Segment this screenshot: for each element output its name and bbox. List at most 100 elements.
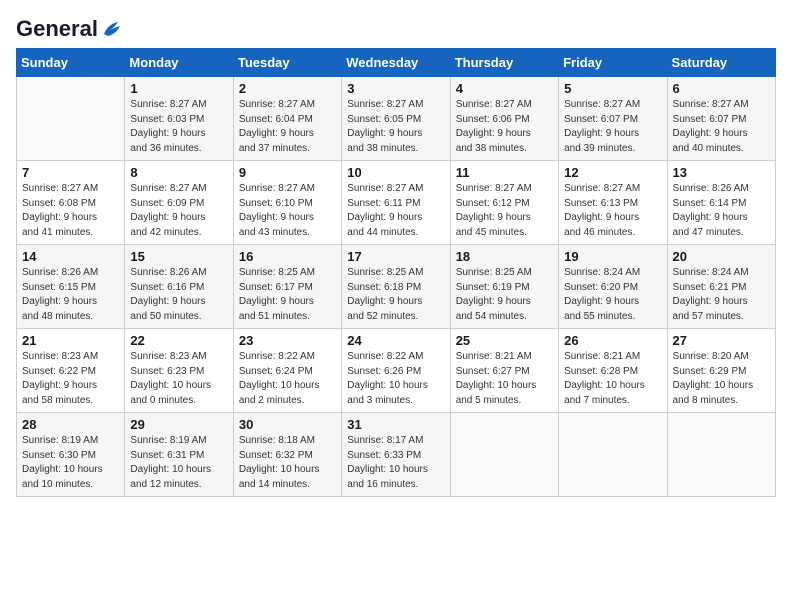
calendar-cell: 6 Sunrise: 8:27 AMSunset: 6:07 PMDaylight… [667,77,775,161]
calendar-cell: 18 Sunrise: 8:25 AMSunset: 6:19 PMDayligh… [450,245,558,329]
weekday-header-saturday: Saturday [667,49,775,77]
day-info: Sunrise: 8:25 AMSunset: 6:17 PMDaylight:… [239,266,336,324]
calendar-cell: 10 Sunrise: 8:27 AMSunset: 6:11 PMDayligh… [342,161,450,245]
calendar-cell: 20Sunrise: 8:24 AMSunset: 6:21 PMDayligh… [667,245,775,329]
calendar-cell: 25 Sunrise: 8:21 AMSunset: 6:27 PMDayligh… [450,329,558,413]
weekday-header-friday: Friday [559,49,667,77]
day-number: 10 [347,165,444,180]
calendar-cell: 31 Sunrise: 8:17 AMSunset: 6:33 PMDayligh… [342,413,450,497]
day-info: Sunrise: 8:26 AMSunset: 6:15 PMDaylight:… [22,266,119,324]
day-info: Sunrise: 8:22 AMSunset: 6:26 PMDaylight:… [347,350,444,408]
calendar-cell: 22 Sunrise: 8:23 AMSunset: 6:23 PMDayligh… [125,329,233,413]
day-info: Sunrise: 8:22 AMSunset: 6:24 PMDaylight:… [239,350,336,408]
day-info: Sunrise: 8:18 AMSunset: 6:32 PMDaylight:… [239,434,336,492]
calendar-cell: 27 Sunrise: 8:20 AMSunset: 6:29 PMDayligh… [667,329,775,413]
weekday-header-tuesday: Tuesday [233,49,341,77]
day-info: Sunrise: 8:26 AMSunset: 6:16 PMDaylight:… [130,266,227,324]
logo: General [16,16,122,38]
day-info: Sunrise: 8:17 AMSunset: 6:33 PMDaylight:… [347,434,444,492]
day-number: 23 [239,333,336,348]
calendar-cell: 2 Sunrise: 8:27 AMSunset: 6:04 PMDaylight… [233,77,341,161]
weekday-header-monday: Monday [125,49,233,77]
weekday-header-row: SundayMondayTuesdayWednesdayThursdayFrid… [17,49,776,77]
calendar-cell: 15 Sunrise: 8:26 AMSunset: 6:16 PMDayligh… [125,245,233,329]
calendar-cell: 19 Sunrise: 8:24 AMSunset: 6:20 PMDayligh… [559,245,667,329]
day-number: 21 [22,333,119,348]
calendar-cell [17,77,125,161]
day-number: 28 [22,417,119,432]
calendar-week-1: 7Sunrise: 8:27 AMSunset: 6:08 PMDaylight… [17,161,776,245]
day-number: 15 [130,249,227,264]
logo-text-general: General [16,16,98,42]
day-info: Sunrise: 8:27 AMSunset: 6:09 PMDaylight:… [130,182,227,240]
day-number: 25 [456,333,553,348]
day-number: 31 [347,417,444,432]
day-number: 27 [673,333,770,348]
day-info: Sunrise: 8:21 AMSunset: 6:27 PMDaylight:… [456,350,553,408]
day-info: Sunrise: 8:25 AMSunset: 6:19 PMDaylight:… [456,266,553,324]
day-number: 3 [347,81,444,96]
calendar-cell: 24 Sunrise: 8:22 AMSunset: 6:26 PMDayligh… [342,329,450,413]
weekday-header-sunday: Sunday [17,49,125,77]
day-info: Sunrise: 8:19 AMSunset: 6:30 PMDaylight:… [22,434,119,492]
calendar-week-2: 14 Sunrise: 8:26 AMSunset: 6:15 PMDayligh… [17,245,776,329]
day-info: Sunrise: 8:27 AMSunset: 6:05 PMDaylight:… [347,98,444,156]
calendar-cell: 1 Sunrise: 8:27 AMSunset: 6:03 PMDaylight… [125,77,233,161]
day-info: Sunrise: 8:27 AMSunset: 6:12 PMDaylight:… [456,182,553,240]
calendar-cell: 11Sunrise: 8:27 AMSunset: 6:12 PMDayligh… [450,161,558,245]
calendar-cell: 8 Sunrise: 8:27 AMSunset: 6:09 PMDaylight… [125,161,233,245]
day-number: 26 [564,333,661,348]
day-number: 7 [22,165,119,180]
day-number: 24 [347,333,444,348]
day-number: 18 [456,249,553,264]
day-number: 13 [673,165,770,180]
day-number: 14 [22,249,119,264]
calendar-body: 1 Sunrise: 8:27 AMSunset: 6:03 PMDaylight… [17,77,776,497]
day-number: 16 [239,249,336,264]
day-number: 20 [673,249,770,264]
calendar-cell: 13Sunrise: 8:26 AMSunset: 6:14 PMDayligh… [667,161,775,245]
day-info: Sunrise: 8:27 AMSunset: 6:03 PMDaylight:… [130,98,227,156]
calendar-cell: 30Sunrise: 8:18 AMSunset: 6:32 PMDayligh… [233,413,341,497]
day-number: 29 [130,417,227,432]
calendar-cell: 12Sunrise: 8:27 AMSunset: 6:13 PMDayligh… [559,161,667,245]
calendar-cell: 5Sunrise: 8:27 AMSunset: 6:07 PMDaylight… [559,77,667,161]
calendar-cell: 17 Sunrise: 8:25 AMSunset: 6:18 PMDayligh… [342,245,450,329]
day-info: Sunrise: 8:27 AMSunset: 6:07 PMDaylight:… [564,98,661,156]
day-number: 19 [564,249,661,264]
weekday-header-wednesday: Wednesday [342,49,450,77]
day-number: 17 [347,249,444,264]
calendar-cell [450,413,558,497]
calendar-cell: 16 Sunrise: 8:25 AMSunset: 6:17 PMDayligh… [233,245,341,329]
calendar-week-0: 1 Sunrise: 8:27 AMSunset: 6:03 PMDaylight… [17,77,776,161]
calendar-week-3: 21 Sunrise: 8:23 AMSunset: 6:22 PMDayligh… [17,329,776,413]
day-number: 9 [239,165,336,180]
calendar-cell: 7Sunrise: 8:27 AMSunset: 6:08 PMDaylight… [17,161,125,245]
day-info: Sunrise: 8:23 AMSunset: 6:23 PMDaylight:… [130,350,227,408]
day-number: 8 [130,165,227,180]
day-info: Sunrise: 8:24 AMSunset: 6:20 PMDaylight:… [564,266,661,324]
day-info: Sunrise: 8:19 AMSunset: 6:31 PMDaylight:… [130,434,227,492]
day-info: Sunrise: 8:21 AMSunset: 6:28 PMDaylight:… [564,350,661,408]
day-info: Sunrise: 8:23 AMSunset: 6:22 PMDaylight:… [22,350,119,408]
day-info: Sunrise: 8:27 AMSunset: 6:07 PMDaylight:… [673,98,770,156]
day-info: Sunrise: 8:27 AMSunset: 6:06 PMDaylight:… [456,98,553,156]
day-info: Sunrise: 8:27 AMSunset: 6:04 PMDaylight:… [239,98,336,156]
day-info: Sunrise: 8:27 AMSunset: 6:10 PMDaylight:… [239,182,336,240]
calendar-cell: 23 Sunrise: 8:22 AMSunset: 6:24 PMDayligh… [233,329,341,413]
day-info: Sunrise: 8:27 AMSunset: 6:11 PMDaylight:… [347,182,444,240]
day-number: 6 [673,81,770,96]
calendar-cell: 9 Sunrise: 8:27 AMSunset: 6:10 PMDaylight… [233,161,341,245]
weekday-header-thursday: Thursday [450,49,558,77]
day-info: Sunrise: 8:20 AMSunset: 6:29 PMDaylight:… [673,350,770,408]
day-number: 2 [239,81,336,96]
calendar-table: SundayMondayTuesdayWednesdayThursdayFrid… [16,48,776,497]
calendar-cell [667,413,775,497]
day-info: Sunrise: 8:25 AMSunset: 6:18 PMDaylight:… [347,266,444,324]
day-number: 22 [130,333,227,348]
calendar-cell: 29 Sunrise: 8:19 AMSunset: 6:31 PMDayligh… [125,413,233,497]
calendar-cell: 21 Sunrise: 8:23 AMSunset: 6:22 PMDayligh… [17,329,125,413]
day-number: 1 [130,81,227,96]
calendar-cell: 3 Sunrise: 8:27 AMSunset: 6:05 PMDaylight… [342,77,450,161]
logo-bird-icon [100,20,122,38]
